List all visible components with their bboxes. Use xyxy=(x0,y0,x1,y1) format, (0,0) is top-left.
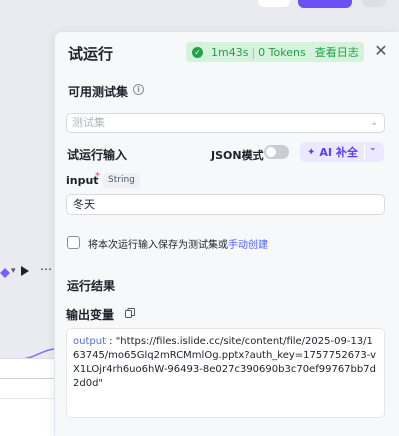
output-key: output xyxy=(73,336,106,347)
sparkle-icon: ✦ xyxy=(307,146,316,158)
view-log-link[interactable]: 查看日志 xyxy=(315,44,359,60)
play-icon[interactable] xyxy=(21,266,29,276)
field-type-tag: String xyxy=(103,173,140,188)
test-set-placeholder: 测试集 xyxy=(72,116,105,129)
node-divider xyxy=(0,398,56,399)
chevron-down-icon[interactable]: ▾ xyxy=(11,266,16,276)
test-set-select[interactable]: 测试集 ⌄ xyxy=(66,113,385,133)
output-variables-label: 输出变量 xyxy=(66,308,115,322)
output-value: : "https://files.islide.cc/site/content/… xyxy=(73,336,377,389)
run-result-label: 运行结果 xyxy=(67,279,116,293)
save-option-text: 将本次运行输入保存为测试集或手动创建 xyxy=(88,236,268,251)
token-count: 0 Tokens xyxy=(258,45,306,59)
test-run-panel: 试运行 ✓ 1m43s | 0 Tokens 查看日志 ✕ 可用测试集 i 测试… xyxy=(54,32,399,436)
canvas-toolbar-button[interactable] xyxy=(258,0,290,7)
ai-complete-label: AI 补全 xyxy=(319,146,358,159)
test-set-label: 可用测试集 xyxy=(68,85,129,99)
canvas-primary-button[interactable] xyxy=(298,0,352,8)
canvas-node-card[interactable] xyxy=(0,358,56,436)
required-mark: * xyxy=(95,171,100,182)
run-input-label: 试运行输入 xyxy=(67,148,128,162)
button-divider xyxy=(364,144,365,160)
toggle-knob xyxy=(266,147,276,157)
chevron-down-icon: ⌄ xyxy=(370,118,378,128)
panel-title: 试运行 xyxy=(68,45,114,63)
manual-create-link[interactable]: 手动创建 xyxy=(228,240,268,251)
canvas-secondary-button[interactable] xyxy=(362,0,386,7)
field-name: input xyxy=(66,174,99,187)
copy-icon[interactable] xyxy=(125,308,135,318)
json-mode-toggle[interactable] xyxy=(264,145,289,159)
chevron-down-icon[interactable]: ⌄ xyxy=(369,143,377,153)
info-icon[interactable]: i xyxy=(133,84,144,95)
input-field-value: 冬天 xyxy=(73,198,95,211)
node-field xyxy=(0,363,56,379)
run-status-badge: ✓ 1m43s | 0 Tokens 查看日志 xyxy=(186,42,364,62)
json-mode-label: JSON模式 xyxy=(211,149,264,162)
run-duration: 1m43s xyxy=(211,45,249,59)
status-separator: | xyxy=(251,45,256,59)
save-as-test-set-checkbox[interactable] xyxy=(67,236,80,249)
check-circle-icon: ✓ xyxy=(192,46,203,58)
close-icon[interactable]: ✕ xyxy=(371,41,391,61)
input-field[interactable]: 冬天 xyxy=(66,194,385,215)
node-type-icon xyxy=(0,268,10,278)
ai-complete-button[interactable]: ✦ AI 补全 ⌄ xyxy=(300,142,384,162)
node-toolbar: ▾ ⋯ xyxy=(0,262,56,288)
save-option-label: 将本次运行输入保存为测试集或 xyxy=(88,240,228,251)
more-icon[interactable]: ⋯ xyxy=(40,262,53,276)
output-value-box: output : "https://files.islide.cc/site/c… xyxy=(66,328,385,418)
